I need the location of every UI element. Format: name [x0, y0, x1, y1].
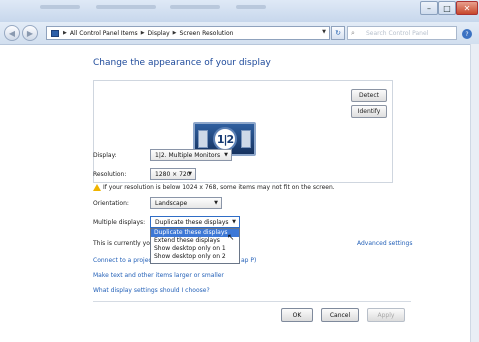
chevron-down-icon: ▼: [188, 171, 192, 177]
search-icon: ⌕: [351, 29, 355, 37]
resolution-select[interactable]: 1280 × 720 ▼: [150, 168, 196, 180]
title-blur: [96, 5, 156, 9]
footer-divider: [93, 301, 411, 302]
dropdown-option-extend[interactable]: Extend these displays: [151, 237, 239, 245]
control-panel-icon: [51, 29, 59, 37]
resolution-select-value: 1280 × 720: [155, 170, 191, 178]
title-bar: – □ ✕: [0, 0, 479, 22]
chevron-down-icon: ▼: [214, 200, 218, 206]
apply-button[interactable]: Apply: [367, 308, 405, 322]
connect-projector-suffix[interactable]: ap P): [241, 257, 256, 264]
mouse-cursor-icon: ↖: [227, 233, 235, 243]
multiple-displays-label: Multiple displays:: [93, 219, 146, 226]
monitor-side-panel: [198, 130, 208, 148]
title-blur: [170, 5, 220, 9]
ok-button[interactable]: OK: [281, 308, 313, 322]
window-right-edge: [470, 44, 479, 342]
search-placeholder: Search Control Panel: [366, 29, 429, 37]
chevron-right-icon: ▶: [63, 30, 67, 36]
orientation-select[interactable]: Landscape ▼: [150, 197, 222, 209]
warning-icon: [93, 184, 101, 191]
dropdown-option-desktop-2[interactable]: Show desktop only on 2: [151, 253, 239, 261]
multiple-displays-select[interactable]: Duplicate these displays ▼: [150, 216, 240, 228]
chevron-right-icon: ▶: [140, 30, 145, 36]
close-button[interactable]: ✕: [456, 1, 478, 15]
display-select-value: 1|2. Multiple Monitors: [155, 151, 221, 159]
address-bar[interactable]: ▶ All Control Panel Items ▶ Display ▶ Sc…: [46, 26, 330, 40]
monitor-side-panel: [241, 130, 251, 148]
display-select[interactable]: 1|2. Multiple Monitors ▼: [150, 149, 232, 161]
back-arrow-icon: ◀: [8, 28, 16, 38]
navigation-bar: ◀ ▶ ▶ All Control Panel Items ▶ Display …: [0, 22, 479, 45]
refresh-icon: ↻: [335, 29, 341, 37]
refresh-button[interactable]: ↻: [331, 26, 345, 40]
orientation-select-value: Landscape: [155, 199, 188, 207]
currently-text: This is currently you: [93, 240, 154, 247]
chevron-down-icon: ▼: [224, 152, 228, 158]
display-preview: 1|2 Detect Identify: [93, 80, 393, 183]
dropdown-option-duplicate[interactable]: Duplicate these displays: [151, 229, 239, 237]
dropdown-option-desktop-1[interactable]: Show desktop only on 1: [151, 245, 239, 253]
text-size-link[interactable]: Make text and other items larger or smal…: [93, 272, 224, 279]
minimize-button[interactable]: –: [420, 1, 438, 15]
orientation-label: Orientation:: [93, 200, 129, 207]
maximize-button[interactable]: □: [438, 1, 456, 15]
back-button[interactable]: ◀: [4, 25, 20, 41]
monitor-number: 1|2: [213, 127, 237, 151]
control-panel-window: – □ ✕ ◀ ▶ ▶ All Control Panel Items ▶ Di…: [0, 0, 479, 342]
title-blur: [236, 5, 266, 9]
help-icon[interactable]: ?: [462, 29, 472, 39]
breadcrumb-screen-resolution[interactable]: Screen Resolution: [180, 30, 234, 37]
connect-projector-link[interactable]: Connect to a projec: [93, 257, 152, 264]
breadcrumb-display[interactable]: Display: [148, 30, 170, 37]
detect-button[interactable]: Detect: [351, 89, 387, 102]
search-input[interactable]: ⌕ Search Control Panel: [347, 26, 457, 40]
page-title: Change the appearance of your display: [93, 58, 271, 68]
display-label: Display:: [93, 152, 117, 159]
breadcrumb-all-items[interactable]: All Control Panel Items: [70, 30, 138, 37]
chevron-right-icon: ▶: [172, 30, 177, 36]
title-blur: [40, 5, 80, 9]
resolution-warning: If your resolution is below 1024 x 768, …: [103, 184, 335, 191]
forward-arrow-icon: ▶: [26, 28, 34, 38]
multiple-displays-select-value: Duplicate these displays: [155, 218, 229, 226]
cancel-button[interactable]: Cancel: [321, 308, 359, 322]
chevron-down-icon: ▼: [232, 219, 236, 225]
content-area: Change the appearance of your display 1|…: [0, 45, 479, 342]
identify-button[interactable]: Identify: [351, 105, 387, 118]
resolution-label: Resolution:: [93, 171, 127, 178]
forward-button[interactable]: ▶: [22, 25, 38, 41]
display-help-link[interactable]: What display settings should I choose?: [93, 287, 210, 294]
chevron-down-icon[interactable]: ▼: [322, 29, 326, 35]
advanced-settings-link[interactable]: Advanced settings: [357, 240, 412, 247]
